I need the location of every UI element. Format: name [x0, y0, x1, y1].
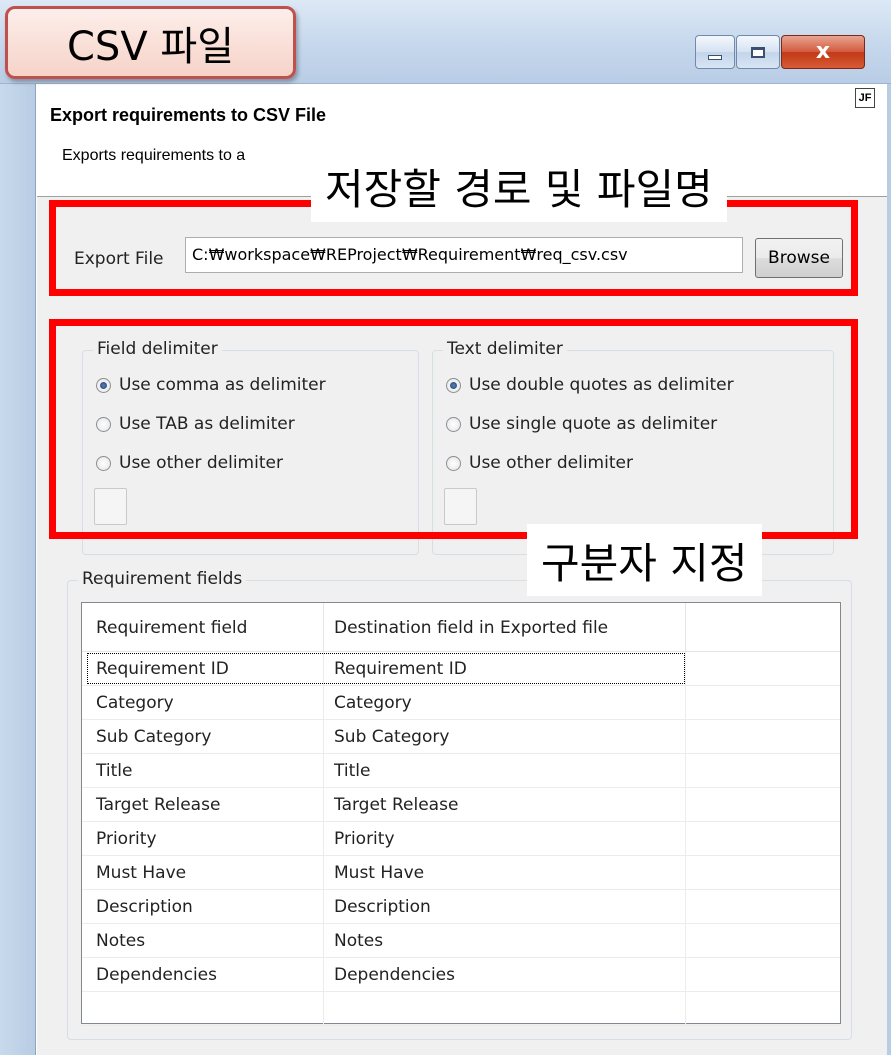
destination-field-cell[interactable]: Title	[324, 754, 686, 788]
requirement-field-cell: Description	[82, 890, 324, 924]
delimiter-annotation: 구분자 지정	[527, 524, 762, 596]
requirement-field-cell: Priority	[82, 822, 324, 856]
destination-field-cell[interactable]: Description	[324, 890, 686, 924]
requirement-fields-table[interactable]: Requirement field Destination field in E…	[81, 602, 841, 1026]
empty-cell	[686, 754, 840, 788]
empty-cell	[82, 992, 324, 1026]
empty-cell	[686, 856, 840, 890]
table-row[interactable]: Must Have Must Have	[82, 856, 840, 890]
page-title: Export requirements to CSV File	[50, 105, 327, 125]
table-row[interactable]: Dependencies Dependencies	[82, 958, 840, 992]
table-row[interactable]: Sub Category Sub Category	[82, 720, 840, 754]
requirement-field-cell: Dependencies	[82, 958, 324, 992]
empty-cell	[686, 890, 840, 924]
column-header-empty	[686, 603, 840, 652]
row-focus-outline	[87, 653, 685, 684]
requirement-field-cell: Title	[82, 754, 324, 788]
table-row-empty	[82, 992, 840, 1026]
empty-cell	[686, 924, 840, 958]
destination-field-cell[interactable]: Must Have	[324, 856, 686, 890]
close-button[interactable]: x	[781, 35, 865, 69]
column-header-destination-field[interactable]: Destination field in Exported file	[324, 603, 686, 652]
requirement-field-cell: Target Release	[82, 788, 324, 822]
export-path-annotation: 저장할 경로 및 파일명	[311, 150, 727, 222]
maximize-icon	[751, 46, 765, 58]
empty-cell	[324, 992, 686, 1026]
maximize-button[interactable]	[736, 35, 780, 69]
minimize-button[interactable]	[695, 35, 735, 69]
column-header-requirement-field[interactable]: Requirement field	[82, 603, 324, 652]
requirement-field-cell: Must Have	[82, 856, 324, 890]
table-row[interactable]: Requirement ID Requirement ID	[82, 652, 840, 686]
requirement-field-cell: Category	[82, 686, 324, 720]
empty-cell	[686, 822, 840, 856]
table-row[interactable]: Target Release Target Release	[82, 788, 840, 822]
table-row[interactable]: Priority Priority	[82, 822, 840, 856]
table-row[interactable]: Description Description	[82, 890, 840, 924]
close-icon: x	[815, 39, 831, 64]
empty-cell	[686, 652, 840, 686]
destination-field-cell[interactable]: Category	[324, 686, 686, 720]
empty-cell	[686, 788, 840, 822]
destination-field-cell[interactable]: Target Release	[324, 788, 686, 822]
delimiter-highlight-box	[49, 319, 858, 539]
destination-field-cell[interactable]: Notes	[324, 924, 686, 958]
page-description: Exports requirements to a	[62, 147, 246, 164]
window-frame-right	[887, 84, 891, 1055]
requirement-fields-legend: Requirement fields	[78, 569, 247, 589]
table-row[interactable]: Title Title	[82, 754, 840, 788]
empty-cell	[686, 720, 840, 754]
destination-field-cell[interactable]: Priority	[324, 822, 686, 856]
wizard-logo-icon: JF	[855, 88, 875, 108]
destination-field-cell[interactable]: Dependencies	[324, 958, 686, 992]
empty-cell	[686, 958, 840, 992]
window-frame-left	[0, 84, 36, 1055]
requirement-field-cell: Notes	[82, 924, 324, 958]
empty-cell	[686, 686, 840, 720]
csv-file-callout: CSV 파일	[5, 6, 296, 79]
destination-field-cell[interactable]: Sub Category	[324, 720, 686, 754]
table-row[interactable]: Notes Notes	[82, 924, 840, 958]
requirement-field-cell: Sub Category	[82, 720, 324, 754]
table-header: Requirement field Destination field in E…	[82, 603, 840, 652]
minimize-icon	[708, 54, 722, 60]
table-row[interactable]: Category Category	[82, 686, 840, 720]
